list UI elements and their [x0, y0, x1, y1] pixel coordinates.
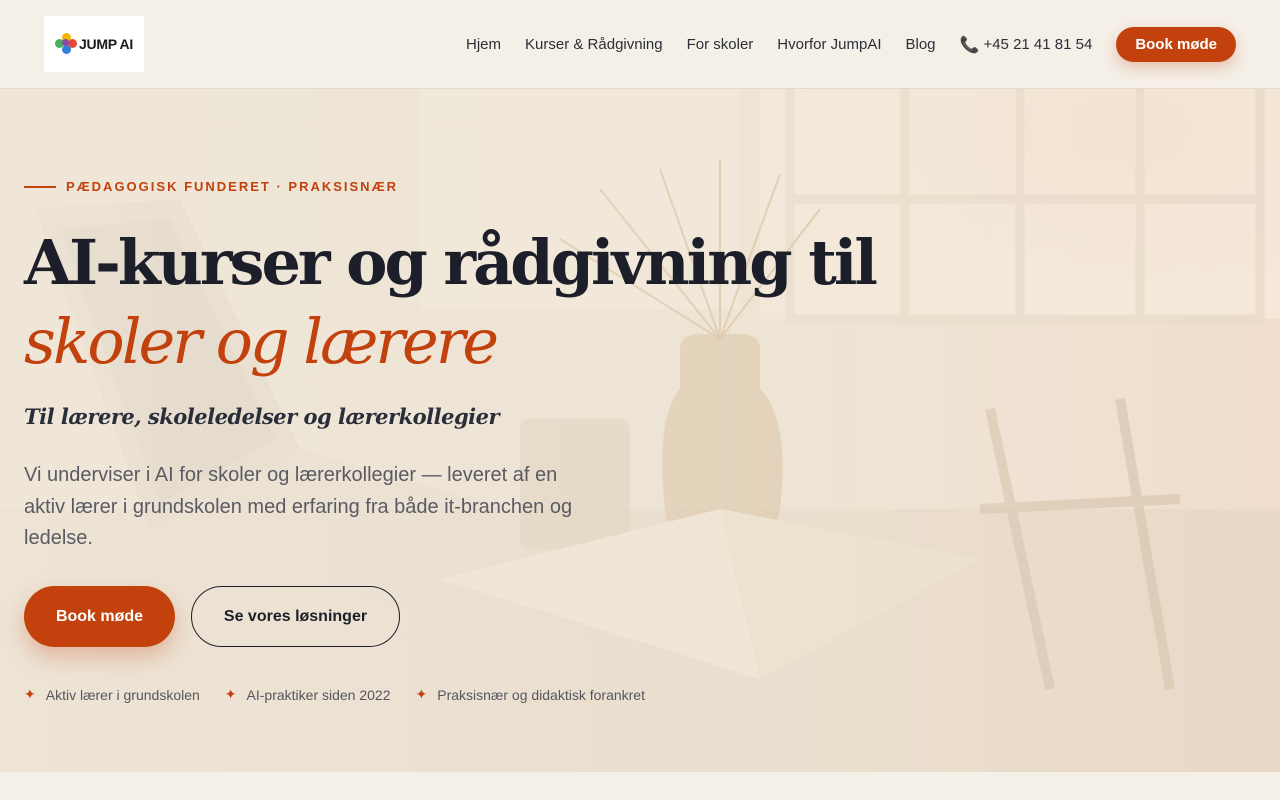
feature-item: ✦ Aktiv lærer i grundskolen	[24, 686, 200, 703]
next-section	[0, 772, 1280, 800]
feature-text: Aktiv lærer i grundskolen	[45, 686, 200, 703]
hero-features: ✦ Aktiv lærer i grundskolen ✦ AI-praktik…	[24, 686, 670, 703]
feature-text: Praksisnær og didaktisk forankret	[437, 686, 645, 703]
eyebrow-line	[24, 185, 56, 188]
sparkle-icon: ✦	[415, 686, 428, 702]
logo-flower-icon	[55, 33, 78, 55]
phone-number: +45 21 41 81 54	[983, 36, 1093, 53]
see-solutions-button[interactable]: Se vores løsninger	[191, 586, 400, 647]
sparkle-icon: ✦	[224, 686, 237, 702]
nav-kurser[interactable]: Kurser & Rådgivning	[525, 36, 663, 53]
logo[interactable]: JUMP AI	[44, 16, 144, 72]
hero-title: AI-kurser og rådgivning til	[24, 226, 878, 299]
feature-item: ✦ AI-praktiker siden 2022	[225, 686, 391, 703]
hero-subtitle: Til lærere, skoleledelser og lærerkolleg…	[24, 404, 500, 429]
logo-text: JUMP AI	[79, 36, 133, 52]
phone-link[interactable]: 📞 +45 21 41 81 54	[960, 35, 1093, 55]
header-book-button[interactable]: Book møde	[1116, 27, 1236, 62]
feature-item: ✦ Praksisnær og didaktisk forankret	[416, 686, 646, 703]
hero-lead-text: Vi underviser i AI for skoler og lærerko…	[24, 464, 573, 549]
nav-hvorfor[interactable]: Hvorfor JumpAI	[777, 36, 881, 53]
main-nav: Hjem Kurser & Rådgivning For skoler Hvor…	[466, 27, 1236, 62]
phone-icon: 📞	[959, 36, 980, 54]
hero-eyebrow: PÆDAGOGISK FUNDERET · PRAKSISNÆR	[24, 179, 398, 194]
book-meeting-button[interactable]: Book møde	[24, 586, 175, 647]
nav-hjem[interactable]: Hjem	[466, 36, 501, 53]
eyebrow-text: PÆDAGOGISK FUNDERET · PRAKSISNÆR	[66, 179, 398, 194]
sparkle-icon: ✦	[24, 686, 36, 702]
nav-for-skoler[interactable]: For skoler	[687, 36, 754, 53]
feature-text: AI-praktiker siden 2022	[246, 686, 391, 703]
site-header: JUMP AI Hjem Kurser & Rådgivning For sko…	[0, 0, 1280, 89]
nav-blog[interactable]: Blog	[906, 36, 936, 53]
hero-title-accent: skoler og lærere	[24, 305, 499, 378]
